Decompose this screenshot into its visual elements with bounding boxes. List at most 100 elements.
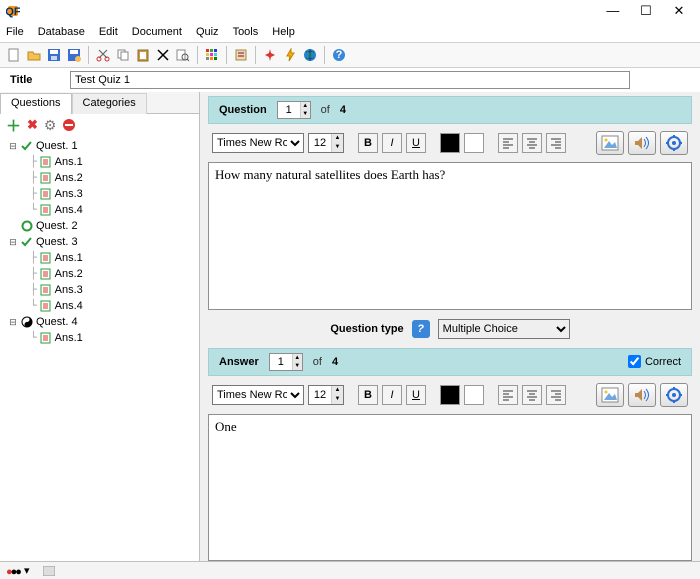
question-index-input[interactable] xyxy=(278,102,300,118)
gear-icon[interactable]: ⚙ xyxy=(44,117,57,134)
question-image-button[interactable] xyxy=(596,131,624,155)
tree-answer[interactable]: └Ans.4 xyxy=(4,202,195,218)
answer-sound-button[interactable] xyxy=(628,383,656,407)
flash-icon[interactable] xyxy=(282,47,298,63)
answer-size-input[interactable] xyxy=(309,386,331,404)
question-settings-button[interactable] xyxy=(660,131,688,155)
question-backcolor[interactable] xyxy=(464,133,484,153)
question-status-icon xyxy=(20,139,34,153)
tree-question[interactable]: ⊟Quest. 3 xyxy=(4,234,195,250)
tree-answer[interactable]: ├Ans.1 xyxy=(4,250,195,266)
question-index-down[interactable]: ▼ xyxy=(300,110,310,118)
menu-tools[interactable]: Tools xyxy=(233,26,259,38)
question-tree[interactable]: ⊟Quest. 1├Ans.1├Ans.2├Ans.3└Ans.4Quest. … xyxy=(0,136,199,561)
answer-font-select[interactable]: Times New Roman xyxy=(212,385,304,405)
answer-size-stepper[interactable]: ▲▼ xyxy=(308,385,344,405)
tree-answer[interactable]: └Ans.1 xyxy=(4,330,195,346)
add-icon[interactable]: ＋ xyxy=(6,115,21,136)
answer-size-up[interactable]: ▲ xyxy=(331,386,343,395)
answer-image-button[interactable] xyxy=(596,383,624,407)
save-as-icon[interactable] xyxy=(66,47,82,63)
tree-answer[interactable]: ├Ans.3 xyxy=(4,282,195,298)
title-input[interactable] xyxy=(70,71,630,89)
answer-bold-button[interactable]: B xyxy=(358,385,378,405)
globe-icon[interactable] xyxy=(302,47,318,63)
answer-correct-checkbox[interactable] xyxy=(628,355,641,368)
paste-icon[interactable] xyxy=(135,47,151,63)
menu-database[interactable]: Database xyxy=(38,26,85,38)
tree-toggle[interactable]: ⊟ xyxy=(8,138,18,154)
answer-backcolor[interactable] xyxy=(464,385,484,405)
question-index-stepper[interactable]: ▲▼ xyxy=(277,101,311,119)
question-underline-button[interactable]: U xyxy=(406,133,426,153)
answer-align-left[interactable] xyxy=(498,385,518,405)
answer-index-down[interactable]: ▼ xyxy=(292,362,302,370)
tree-answer[interactable]: ├Ans.3 xyxy=(4,186,195,202)
tab-questions[interactable]: Questions xyxy=(0,93,72,114)
copy-icon[interactable] xyxy=(115,47,131,63)
question-sound-button[interactable] xyxy=(628,131,656,155)
open-icon[interactable] xyxy=(26,47,42,63)
left-tabs: Questions Categories xyxy=(0,92,199,114)
question-align-right[interactable] xyxy=(546,133,566,153)
answer-forecolor[interactable] xyxy=(440,385,460,405)
question-index-up[interactable]: ▲ xyxy=(300,102,310,110)
tree-toggle[interactable]: ⊟ xyxy=(8,314,18,330)
answer-index-up[interactable]: ▲ xyxy=(292,354,302,362)
maximize-button[interactable]: ☐ xyxy=(631,3,661,19)
find-icon[interactable] xyxy=(175,47,191,63)
forbid-icon[interactable] xyxy=(62,118,76,132)
help-icon[interactable]: ? xyxy=(331,47,347,63)
question-size-stepper[interactable]: ▲▼ xyxy=(308,133,344,153)
status-zoom-icon[interactable] xyxy=(43,566,55,576)
tree-answer[interactable]: ├Ans.1 xyxy=(4,154,195,170)
new-icon[interactable] xyxy=(6,47,22,63)
question-bold-button[interactable]: B xyxy=(358,133,378,153)
tree-answer[interactable]: └Ans.4 xyxy=(4,298,195,314)
question-align-left[interactable] xyxy=(498,133,518,153)
tree-question[interactable]: ⊟Quest. 4 xyxy=(4,314,195,330)
answer-settings-button[interactable] xyxy=(660,383,688,407)
question-forecolor[interactable] xyxy=(440,133,460,153)
question-type-select[interactable]: Multiple Choice xyxy=(438,319,570,339)
answer-index-input[interactable] xyxy=(270,354,292,370)
run-icon[interactable] xyxy=(262,47,278,63)
delete-icon[interactable] xyxy=(155,47,171,63)
question-size-up[interactable]: ▲ xyxy=(331,134,343,143)
status-dropdown-icon[interactable]: ▾ xyxy=(24,564,30,577)
menu-document[interactable]: Document xyxy=(132,26,182,38)
minimize-button[interactable]: — xyxy=(598,3,628,18)
properties-icon[interactable] xyxy=(233,47,249,63)
tree-question[interactable]: Quest. 2 xyxy=(4,218,195,234)
save-icon[interactable] xyxy=(46,47,62,63)
question-align-center[interactable] xyxy=(522,133,542,153)
tree-toggle[interactable]: ⊟ xyxy=(8,234,18,250)
menu-help[interactable]: Help xyxy=(272,26,295,38)
question-italic-button[interactable]: I xyxy=(382,133,402,153)
answer-align-right[interactable] xyxy=(546,385,566,405)
answer-italic-button[interactable]: I xyxy=(382,385,402,405)
close-button[interactable]: ✕ xyxy=(664,3,694,19)
answer-correct-row[interactable]: Correct xyxy=(628,355,681,368)
tree-answer[interactable]: ├Ans.2 xyxy=(4,170,195,186)
question-size-input[interactable] xyxy=(309,134,331,152)
question-type-help-icon[interactable]: ? xyxy=(412,320,430,338)
answer-size-down[interactable]: ▼ xyxy=(331,395,343,404)
question-editor[interactable]: How many natural satellites does Earth h… xyxy=(208,162,692,310)
menu-edit[interactable]: Edit xyxy=(99,26,118,38)
answer-editor[interactable]: One xyxy=(208,414,692,562)
tab-categories[interactable]: Categories xyxy=(72,93,147,114)
menu-quiz[interactable]: Quiz xyxy=(196,26,219,38)
tree-question[interactable]: ⊟Quest. 1 xyxy=(4,138,195,154)
answer-underline-button[interactable]: U xyxy=(406,385,426,405)
cut-icon[interactable] xyxy=(95,47,111,63)
answer-index-stepper[interactable]: ▲▼ xyxy=(269,353,303,371)
right-pane: Question ▲▼ of 4 Times New Roman ▲▼ B I … xyxy=(200,92,700,561)
grid-icon[interactable] xyxy=(204,47,220,63)
remove-icon[interactable]: ✖ xyxy=(27,117,38,133)
tree-answer[interactable]: ├Ans.2 xyxy=(4,266,195,282)
answer-align-center[interactable] xyxy=(522,385,542,405)
question-size-down[interactable]: ▼ xyxy=(331,143,343,152)
question-font-select[interactable]: Times New Roman xyxy=(212,133,304,153)
menu-file[interactable]: File xyxy=(6,26,24,38)
